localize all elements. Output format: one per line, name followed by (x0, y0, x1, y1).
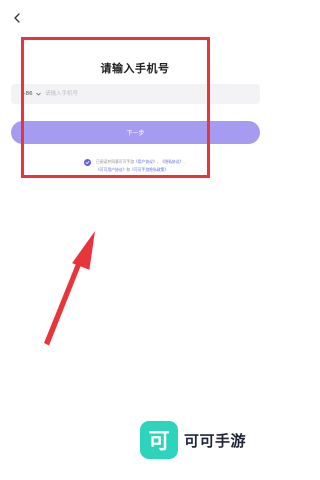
login-screen: 请输入手机号 +86 下一步 已阅读并同意可可手游《用户协议》、《隐私协议》、《… (0, 0, 270, 480)
country-code-label: +86 (21, 91, 33, 97)
watermark-text: 可可手游 (184, 432, 247, 450)
agreement-checkbox[interactable] (84, 159, 91, 166)
agreement-text: 已阅读并同意可可手游《用户协议》、《隐私协议》、 《可可用户协议》和《可可手游隐私… (96, 158, 187, 174)
keke-logo-icon: 可 (140, 421, 178, 459)
keke-user-agreement-link[interactable]: 《可可用户协议》 (96, 167, 126, 172)
chevron-left-icon (14, 13, 20, 23)
user-agreement-link[interactable]: 《用户协议》 (134, 159, 157, 164)
chevron-down-icon (35, 92, 41, 96)
agreement-prefix: 已阅读并同意可可手游 (96, 159, 134, 164)
agreement-sep-2: 、 (183, 159, 188, 164)
next-button[interactable]: 下一步 (11, 121, 260, 144)
back-button[interactable] (10, 11, 24, 25)
checkmark-icon (85, 160, 90, 165)
privacy-agreement-link[interactable]: 《隐私协议》 (161, 159, 184, 164)
phone-field[interactable]: +86 (11, 84, 260, 104)
phone-input[interactable] (45, 84, 260, 104)
agreement-row: 已阅读并同意可可手游《用户协议》、《隐私协议》、 《可可用户协议》和《可可手游隐私… (84, 158, 214, 174)
country-code-selector[interactable]: +86 (11, 91, 45, 97)
page-title: 请输入手机号 (100, 62, 170, 75)
annotation-highlight-box (21, 37, 210, 178)
keke-privacy-policy-link[interactable]: 《可可手游隐私政策》 (130, 167, 168, 172)
